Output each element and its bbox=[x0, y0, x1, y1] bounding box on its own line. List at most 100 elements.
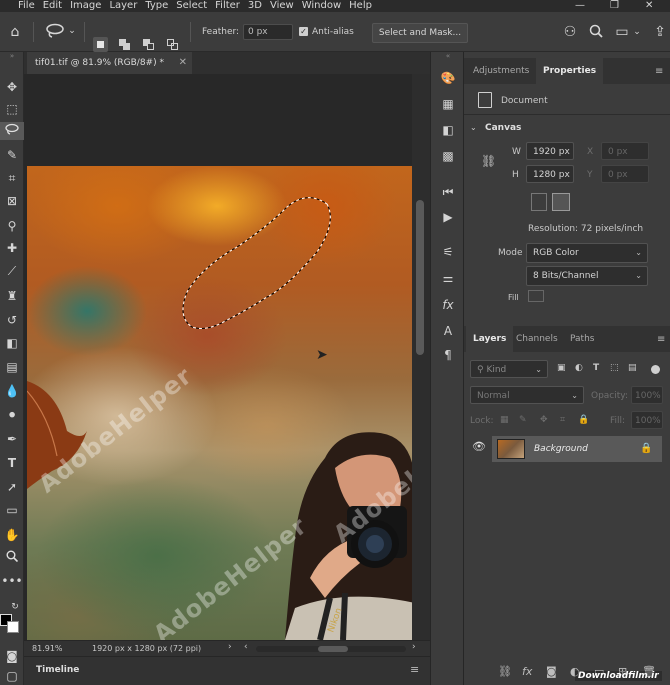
crop-tool-icon[interactable]: ⌗ bbox=[0, 169, 24, 187]
character-panel-icon[interactable]: A bbox=[431, 322, 465, 340]
scroll-left-icon[interactable]: ‹ bbox=[244, 642, 248, 652]
timeline-tab[interactable]: Timeline bbox=[36, 665, 79, 675]
restore-icon[interactable]: ❐ bbox=[606, 0, 623, 12]
tab-properties[interactable]: Properties bbox=[536, 58, 604, 84]
portrait-orientation-icon[interactable] bbox=[531, 193, 547, 211]
vertical-scrollbar[interactable] bbox=[412, 74, 430, 640]
brush-tool-icon[interactable]: ⟋ bbox=[0, 262, 24, 280]
frame-tool-icon[interactable]: ⊠ bbox=[0, 192, 24, 210]
zoom-level[interactable]: 81.91% bbox=[32, 644, 63, 653]
adjust-panel-icon[interactable]: ⚌ bbox=[431, 269, 465, 287]
menu-3d[interactable]: 3D bbox=[244, 0, 266, 12]
close-window-icon[interactable]: ✕ bbox=[641, 0, 657, 12]
layer-style-icon[interactable]: fx bbox=[522, 665, 532, 678]
share-icon[interactable]: ⚇ bbox=[562, 24, 578, 40]
menu-image[interactable]: Image bbox=[66, 0, 105, 12]
tab-layers[interactable]: Layers bbox=[466, 326, 514, 352]
width-input[interactable]: 1920 px bbox=[526, 142, 574, 160]
actions-panel-icon[interactable]: ▶ bbox=[431, 208, 465, 226]
history-brush-tool-icon[interactable]: ↺ bbox=[0, 311, 24, 329]
gradient-tool-icon[interactable]: ▤ bbox=[0, 358, 24, 376]
background-color-swatch[interactable] bbox=[7, 621, 19, 633]
lasso-tool-icon[interactable] bbox=[0, 122, 24, 140]
swap-colors-icon[interactable]: ↻ bbox=[8, 598, 22, 616]
filter-adjustment-icon[interactable]: ◐ bbox=[575, 363, 583, 373]
y-input[interactable]: 0 px bbox=[601, 165, 649, 183]
marquee-tool-icon[interactable]: ⬚ bbox=[0, 100, 24, 118]
type-tool-icon[interactable]: T bbox=[0, 454, 24, 472]
chevron-down-icon[interactable]: ⌄ bbox=[632, 24, 642, 40]
clone-stamp-tool-icon[interactable]: ♜ bbox=[0, 287, 24, 305]
lasso-icon[interactable] bbox=[44, 23, 66, 43]
menu-layer[interactable]: Layer bbox=[105, 0, 141, 12]
panel-menu-icon[interactable]: ≡ bbox=[657, 334, 665, 345]
menu-edit[interactable]: Edit bbox=[39, 0, 66, 12]
filter-type-icon[interactable]: T bbox=[593, 363, 599, 373]
select-and-mask-button[interactable]: Select and Mask... bbox=[372, 23, 468, 43]
tab-channels[interactable]: Channels bbox=[509, 326, 565, 352]
horizontal-scrollbar[interactable] bbox=[256, 646, 406, 652]
screen-mode-icon[interactable]: ▢ bbox=[0, 667, 24, 685]
collapse-icon[interactable]: « bbox=[431, 52, 465, 62]
eye-icon[interactable]: 👁 bbox=[472, 440, 486, 453]
filter-smart-icon[interactable]: ▤ bbox=[628, 363, 637, 373]
feather-input[interactable]: 0 px bbox=[243, 24, 293, 40]
search-icon[interactable] bbox=[588, 24, 604, 42]
menu-file[interactable]: File bbox=[14, 0, 39, 12]
lock-position-icon[interactable]: ✥ bbox=[540, 415, 548, 425]
styles-panel-icon[interactable]: fx bbox=[431, 296, 465, 314]
panel-menu-icon[interactable]: ≡ bbox=[655, 66, 663, 77]
quick-mask-icon[interactable]: ◙ bbox=[0, 647, 24, 665]
subtract-from-selection-icon[interactable] bbox=[141, 37, 156, 52]
fill-input[interactable]: 100% bbox=[631, 411, 663, 429]
chevron-down-icon[interactable]: ⌄ bbox=[470, 123, 477, 132]
blur-tool-icon[interactable]: 💧 bbox=[0, 382, 24, 400]
x-input[interactable]: 0 px bbox=[601, 142, 649, 160]
menu-view[interactable]: View bbox=[266, 0, 298, 12]
blend-mode-select[interactable]: Normal ⌄ bbox=[470, 386, 584, 404]
opacity-input[interactable]: 100% bbox=[631, 386, 663, 404]
gradients-panel-icon[interactable]: ◧ bbox=[431, 121, 465, 139]
link-layers-icon[interactable]: ⛓ bbox=[498, 665, 512, 678]
rectangle-tool-icon[interactable]: ▭ bbox=[0, 501, 24, 519]
menu-help[interactable]: Help bbox=[345, 0, 376, 12]
tab-paths[interactable]: Paths bbox=[563, 326, 601, 352]
filter-pixel-icon[interactable]: ▣ bbox=[557, 363, 566, 373]
menu-window[interactable]: Window bbox=[298, 0, 345, 12]
color-panel-icon[interactable]: 🎨 bbox=[431, 69, 465, 87]
move-tool-icon[interactable]: ✥ bbox=[0, 78, 24, 96]
bit-depth-select[interactable]: 8 Bits/Channel ⌄ bbox=[526, 266, 648, 286]
patterns-panel-icon[interactable]: ▩ bbox=[431, 147, 465, 165]
quick-selection-tool-icon[interactable]: ✎ bbox=[0, 146, 24, 164]
more-tools-icon[interactable]: ••• bbox=[0, 572, 24, 590]
document-canvas[interactable]: Nikon ➤ AdobeHelper AdobeHelper AdobeHel… bbox=[27, 166, 412, 640]
intersect-selection-icon[interactable] bbox=[165, 37, 180, 52]
scrollbar-thumb[interactable] bbox=[416, 200, 424, 355]
brush-settings-icon[interactable]: ⚟ bbox=[431, 243, 465, 261]
mode-select[interactable]: RGB Color ⌄ bbox=[526, 243, 648, 263]
landscape-orientation-icon[interactable] bbox=[552, 193, 570, 211]
hand-tool-icon[interactable]: ✋ bbox=[0, 526, 24, 544]
history-panel-icon[interactable]: ⏮ bbox=[431, 183, 465, 201]
layer-row[interactable]: Background 🔒 bbox=[492, 436, 662, 462]
swatches-panel-icon[interactable]: ▦ bbox=[431, 95, 465, 113]
link-icon[interactable]: ⛓ bbox=[481, 154, 496, 168]
eraser-tool-icon[interactable]: ◧ bbox=[0, 334, 24, 352]
close-tab-icon[interactable]: ✕ bbox=[179, 52, 187, 74]
lock-all-icon[interactable]: 🔒 bbox=[578, 415, 589, 425]
canvas-section-title[interactable]: Canvas bbox=[485, 123, 521, 133]
scrollbar-thumb[interactable] bbox=[318, 646, 348, 652]
minimize-icon[interactable]: — bbox=[571, 0, 589, 12]
menu-filter[interactable]: Filter bbox=[211, 0, 244, 12]
dodge-tool-icon[interactable]: ⚫ bbox=[0, 406, 24, 424]
eyedropper-tool-icon[interactable]: ⚲ bbox=[0, 217, 24, 235]
lock-transparent-icon[interactable]: ▦ bbox=[500, 415, 509, 425]
filter-toggle-icon[interactable] bbox=[651, 365, 660, 374]
add-mask-icon[interactable]: ◙ bbox=[546, 665, 557, 678]
scroll-right-icon[interactable]: › bbox=[412, 642, 416, 652]
pen-tool-icon[interactable]: ✒ bbox=[0, 430, 24, 448]
new-selection-icon[interactable] bbox=[93, 37, 108, 52]
path-selection-tool-icon[interactable]: ➚ bbox=[0, 478, 24, 496]
share-export-icon[interactable]: ⇪ bbox=[652, 24, 668, 40]
document-tab[interactable]: tif01.tif @ 81.9% (RGB/8#) * ✕ bbox=[27, 52, 192, 74]
